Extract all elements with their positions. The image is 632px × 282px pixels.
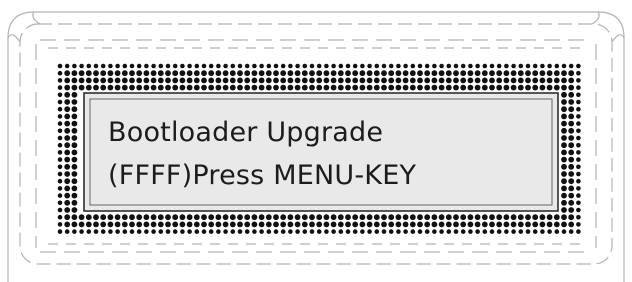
lcd-screen (83, 92, 559, 212)
lcd-line-2: (FFFF)Press MENU-KEY (108, 160, 417, 191)
lcd-line-1: Bootloader Upgrade (108, 117, 384, 148)
